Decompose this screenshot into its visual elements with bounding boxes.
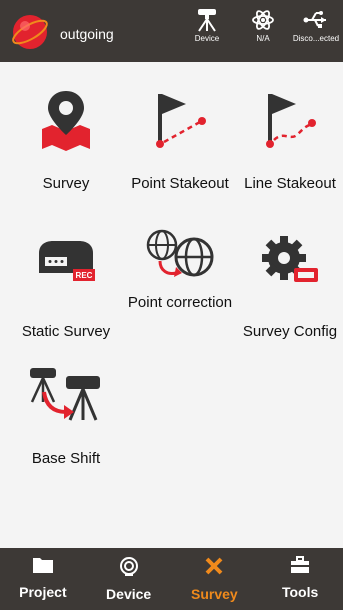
gnss-receiver-icon	[198, 9, 216, 32]
satellite-status-label: N/A	[256, 34, 270, 43]
folder-icon	[32, 558, 53, 573]
bottom-nav: Project Device Survey Tools	[0, 548, 343, 610]
usb-icon	[303, 11, 326, 28]
device-status-label: Device	[194, 34, 220, 43]
tile-base-shift-label: Base Shift	[31, 450, 101, 467]
tile-survey-config-label: Survey Config	[242, 323, 338, 340]
line-stakeout-icon	[266, 94, 316, 148]
gear-config-icon	[262, 236, 318, 282]
app-logo-icon[interactable]	[10, 12, 50, 52]
tile-base-shift[interactable]: Base Shift	[6, 358, 126, 468]
tile-static-survey-label: Static Survey	[21, 323, 111, 340]
tab-tools[interactable]: Tools	[257, 548, 343, 610]
base-shift-icon	[30, 368, 100, 421]
survey-icon	[205, 557, 223, 575]
tile-point-stakeout[interactable]: Point Stakeout	[120, 85, 240, 193]
globe-correction-icon	[146, 229, 214, 277]
tile-point-correction[interactable]: Point correction	[120, 220, 240, 312]
tab-project-label: Project	[19, 584, 67, 600]
tab-project[interactable]: Project	[0, 548, 86, 610]
tile-line-stakeout-label: Line Stakeout	[244, 175, 336, 192]
connection-title: outgoing	[60, 26, 114, 42]
top-bar: outgoing Device N/A Disco...ected	[0, 0, 343, 62]
tab-tools-label: Tools	[281, 584, 319, 600]
tab-survey[interactable]: Survey	[172, 548, 258, 610]
device-icon	[119, 557, 138, 576]
usb-status[interactable]: Disco...ected	[291, 8, 341, 43]
tile-survey-label: Survey	[42, 175, 90, 192]
svg-text:REC: REC	[76, 271, 93, 280]
usb-status-label: Disco...ected	[292, 34, 340, 43]
device-status[interactable]: Device	[182, 8, 232, 43]
tab-device-label: Device	[106, 586, 152, 602]
tile-survey-config[interactable]: Survey Config	[230, 225, 343, 341]
tile-line-stakeout[interactable]: Line Stakeout	[230, 85, 343, 193]
tile-static-survey[interactable]: REC Static Survey	[6, 225, 126, 341]
tile-survey[interactable]: Survey	[6, 85, 126, 193]
tile-point-correction-label: Point correction	[127, 294, 233, 311]
tile-point-stakeout-label: Point Stakeout	[131, 175, 229, 192]
point-stakeout-icon	[156, 94, 206, 148]
static-receiver-icon: REC	[39, 241, 95, 281]
satellite-status[interactable]: N/A	[238, 8, 288, 43]
toolbox-icon	[291, 556, 310, 573]
satellite-icon	[252, 10, 274, 30]
map-pin-icon	[42, 91, 90, 151]
tab-device[interactable]: Device	[86, 548, 172, 610]
tab-survey-label: Survey	[191, 586, 238, 602]
